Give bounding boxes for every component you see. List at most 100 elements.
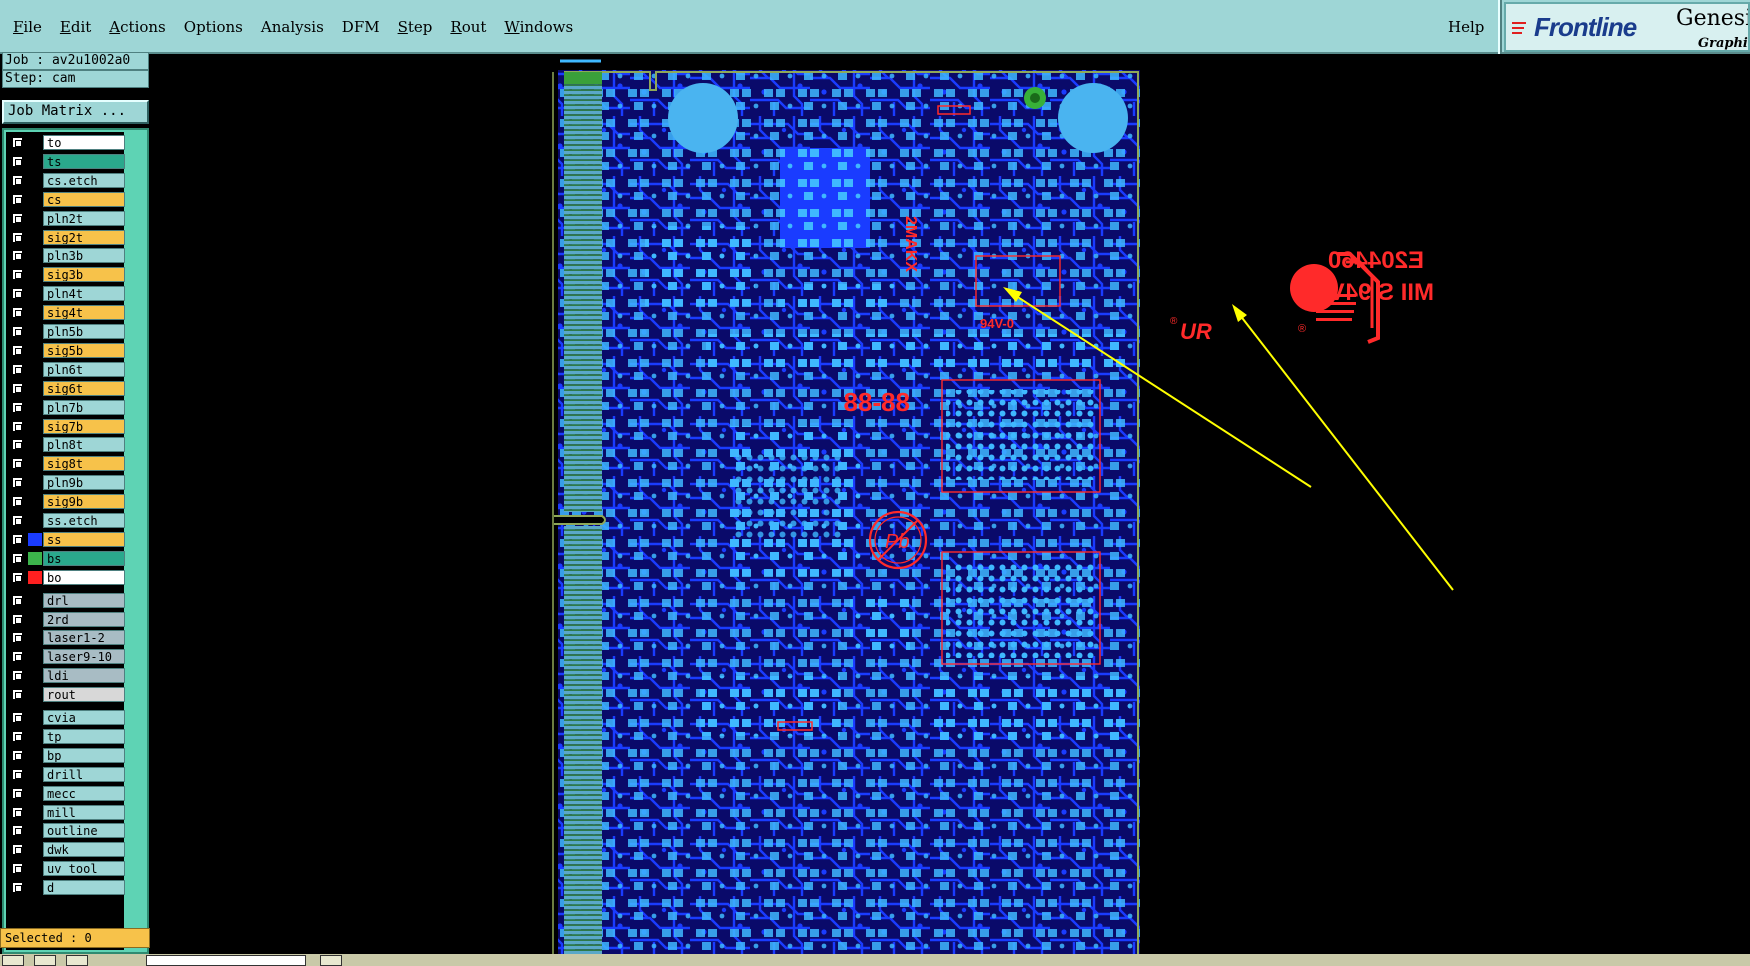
layer-name[interactable]: bo (43, 569, 125, 585)
layer-checkbox[interactable] (12, 825, 23, 837)
menu-options[interactable]: Options (175, 18, 252, 36)
layer-row-cs.etch[interactable]: cs.etch (7, 172, 125, 188)
menu-edit[interactable]: Edit (51, 18, 100, 36)
layer-name[interactable]: pln6t (43, 361, 125, 377)
layer-row-sig4t[interactable]: sig4t (7, 305, 125, 321)
layer-row-pln7b[interactable]: pln7b (7, 399, 125, 415)
layer-name[interactable]: mill (43, 804, 125, 820)
layer-checkbox[interactable] (12, 787, 23, 799)
layer-checkbox[interactable] (12, 712, 23, 723)
layer-name[interactable]: sig5b (43, 342, 125, 358)
layer-checkbox[interactable] (12, 326, 23, 337)
layer-checkbox[interactable] (12, 632, 23, 644)
layer-row-d[interactable]: d (7, 880, 125, 896)
layer-name[interactable]: bp (43, 747, 125, 763)
layer-row-pln6t[interactable]: pln6t (7, 361, 125, 377)
layer-row-2rd[interactable]: 2rd (7, 611, 125, 627)
layer-checkbox[interactable] (12, 749, 23, 761)
layer-checkbox[interactable] (12, 344, 23, 356)
layer-row-uv_tool[interactable]: uv_tool (7, 861, 125, 877)
layer-name[interactable]: sig8t (43, 456, 125, 472)
layer-checkbox[interactable] (12, 533, 23, 545)
layer-checkbox[interactable] (12, 613, 23, 625)
layer-name[interactable]: cvia (43, 710, 125, 725)
layer-row-ts[interactable]: ts (7, 153, 125, 169)
layer-name[interactable]: ldi (43, 668, 125, 684)
layer-checkbox[interactable] (12, 155, 23, 167)
layer-checkbox[interactable] (12, 174, 23, 186)
layer-name[interactable]: drill (43, 766, 125, 782)
layer-name[interactable]: ss (43, 531, 125, 547)
layer-name[interactable]: ss.etch (43, 513, 125, 528)
layer-name[interactable]: pln2t (43, 210, 125, 226)
menu-rout[interactable]: Rout (441, 18, 495, 36)
layer-name[interactable]: sig3b (43, 267, 125, 283)
layer-checkbox[interactable] (12, 250, 23, 262)
layer-checkbox[interactable] (12, 863, 23, 875)
graphics-canvas[interactable]: 88-88 2MAKX 94V-0 Pb E204460 MII S 94V-0 (150, 56, 1750, 954)
menu-help[interactable]: Help (1448, 18, 1484, 36)
layer-name[interactable]: pln4t (43, 286, 125, 302)
layer-row-bp[interactable]: bp (7, 747, 125, 763)
menu-actions[interactable]: Actions (100, 18, 174, 36)
layer-name[interactable]: pln8t (43, 437, 125, 453)
layer-name[interactable]: drl (43, 592, 125, 608)
layer-name[interactable]: uv_tool (43, 861, 125, 877)
layer-checkbox[interactable] (12, 382, 23, 394)
layer-name[interactable]: pln3b (43, 248, 125, 264)
menu-step[interactable]: Step (389, 18, 442, 36)
layer-row-drl[interactable]: drl (7, 592, 125, 608)
layer-row-rout[interactable]: rout (7, 687, 125, 703)
layer-checkbox[interactable] (12, 439, 23, 451)
layer-checkbox[interactable] (12, 515, 23, 526)
layer-checkbox[interactable] (12, 571, 23, 583)
layer-checkbox[interactable] (12, 730, 23, 742)
board-view[interactable]: 88-88 2MAKX 94V-0 Pb E204460 MII S 94V-0 (150, 56, 1750, 954)
layer-row-sig5b[interactable]: sig5b (7, 342, 125, 358)
layer-checkbox[interactable] (12, 401, 23, 413)
menu-dfm[interactable]: DFM (333, 18, 389, 36)
layer-checkbox[interactable] (12, 670, 23, 682)
layer-checkbox[interactable] (12, 768, 23, 780)
layer-name[interactable]: pln7b (43, 399, 125, 415)
layer-name[interactable]: pln9b (43, 475, 125, 491)
toolbar-button[interactable] (320, 955, 342, 966)
layer-checkbox[interactable] (12, 552, 23, 564)
layer-row-pln3b[interactable]: pln3b (7, 248, 125, 264)
layer-row-mecc[interactable]: mecc (7, 785, 125, 801)
layer-color-swatch[interactable] (28, 532, 42, 546)
layer-row-sig6t[interactable]: sig6t (7, 380, 125, 396)
toolbar-button[interactable] (34, 955, 56, 966)
layer-checkbox[interactable] (12, 882, 23, 894)
layer-name[interactable]: sig4t (43, 305, 125, 321)
layer-name[interactable]: mecc (43, 785, 125, 801)
layer-color-swatch[interactable] (28, 551, 42, 565)
layer-name[interactable]: outline (43, 823, 125, 839)
layer-name[interactable]: rout (43, 687, 125, 703)
layer-row-ss.etch[interactable]: ss.etch (7, 513, 125, 528)
menu-file[interactable]: File (4, 18, 51, 36)
layer-row-pln5b[interactable]: pln5b (7, 324, 125, 339)
layer-checkbox[interactable] (12, 231, 23, 243)
menu-windows[interactable]: Windows (495, 18, 582, 36)
layer-checkbox[interactable] (12, 193, 23, 205)
layer-name[interactable]: pln5b (43, 324, 125, 339)
layer-row-to[interactable]: to (7, 135, 125, 150)
layer-checkbox[interactable] (12, 806, 23, 818)
layer-checkbox[interactable] (12, 420, 23, 432)
layer-name[interactable]: tp (43, 728, 125, 744)
layer-row-sig9b[interactable]: sig9b (7, 494, 125, 510)
layer-checkbox[interactable] (12, 689, 23, 701)
layer-row-pln4t[interactable]: pln4t (7, 286, 125, 302)
layer-name[interactable]: d (43, 880, 125, 896)
layer-row-mill[interactable]: mill (7, 804, 125, 820)
layer-checkbox[interactable] (12, 269, 23, 281)
layer-checkbox[interactable] (12, 458, 23, 470)
layer-name[interactable]: laser9-10 (43, 649, 125, 665)
layer-name[interactable]: laser1-2 (43, 630, 125, 646)
layer-row-ss[interactable]: ss (7, 531, 125, 547)
layer-row-bs[interactable]: bs (7, 550, 125, 566)
layer-name[interactable]: cs (43, 191, 125, 207)
layer-name[interactable]: sig6t (43, 380, 125, 396)
job-matrix-button[interactable]: Job Matrix ... (2, 100, 149, 124)
